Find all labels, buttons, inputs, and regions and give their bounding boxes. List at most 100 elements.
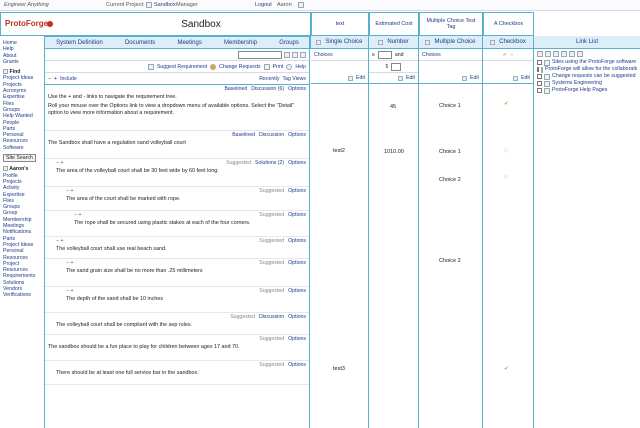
- number-max-input[interactable]: [391, 62, 402, 71]
- tree-toggle[interactable]: − +: [66, 188, 74, 194]
- tree-toggle[interactable]: − +: [74, 212, 82, 218]
- zoom-icon[interactable]: [292, 51, 298, 58]
- refresh-icon[interactable]: [300, 51, 306, 58]
- multi-choices-select[interactable]: Choices: [422, 52, 441, 58]
- requirement-text: There should be at least one full servic…: [56, 370, 199, 376]
- add-link-icon[interactable]: [537, 51, 543, 57]
- unchecked-icon[interactable]: ○: [510, 52, 513, 58]
- link-label[interactable]: ProtoForge will allow for the collaborat…: [545, 66, 637, 73]
- link-label[interactable]: ProtoForge Help Pages: [552, 87, 607, 94]
- number-value: 45: [390, 104, 397, 110]
- intro-row: Baselined Discussion (6) Options Use the +…: [45, 85, 309, 131]
- protoforge-logo[interactable]: ProtoForge: [5, 19, 48, 28]
- print-link[interactable]: Print: [273, 64, 284, 70]
- requirement-meta: − + Suggested Solutions (2) Options: [53, 159, 309, 167]
- requirement-row: Baselined Discussion Options The Sandbox sh…: [45, 131, 309, 159]
- user-link[interactable]: Personal Resources: [3, 248, 41, 261]
- checked-icon[interactable]: ✔: [504, 101, 509, 107]
- logout-link[interactable]: Logout: [255, 2, 272, 8]
- delete-icon[interactable]: [561, 51, 567, 57]
- number-edit-link[interactable]: Edit: [406, 75, 415, 81]
- link-checkbox[interactable]: [537, 60, 542, 65]
- number-min-input[interactable]: [377, 50, 392, 59]
- requirement-optionslink[interactable]: Options: [288, 188, 306, 194]
- include-link[interactable]: Include: [60, 76, 77, 82]
- requirement-text: The rope shall be secured using plastic …: [74, 220, 251, 226]
- single-edit-link[interactable]: Edit: [356, 75, 365, 81]
- requirement-optionslink[interactable]: Options: [288, 288, 306, 294]
- user-heading: Aaron's: [9, 166, 29, 173]
- requirement-optionslink[interactable]: Options: [288, 260, 306, 266]
- baselined-link[interactable]: Baselined: [224, 86, 247, 92]
- link-list-item[interactable]: ProtoForge Help Pages: [537, 87, 637, 94]
- link-label[interactable]: Systems Engineering: [552, 80, 602, 87]
- link-list-item[interactable]: Systems Engineering: [537, 80, 637, 87]
- checked-icon[interactable]: ✔: [504, 366, 509, 372]
- checked-icon[interactable]: ✔: [503, 52, 507, 58]
- requirement-optionslink[interactable]: Options: [288, 336, 306, 342]
- discussion-link[interactable]: Discussion (6): [251, 86, 284, 92]
- link-checkbox[interactable]: [537, 67, 539, 72]
- user-icon: [298, 2, 304, 8]
- requirement-solutions-link[interactable]: Solutions (2): [255, 160, 284, 166]
- user-link[interactable]: Project Resources: [3, 261, 41, 274]
- link-list-item[interactable]: Change requests can be suggested: [537, 73, 637, 80]
- link-list-item[interactable]: ProtoForge will allow for the collaborat…: [537, 66, 637, 73]
- search-icon[interactable]: [284, 51, 290, 58]
- expand-all-button[interactable]: +: [54, 76, 57, 82]
- refresh-icon[interactable]: [569, 51, 575, 57]
- site-search-button[interactable]: Site Search: [3, 154, 36, 163]
- tree-toggle[interactable]: − +: [56, 238, 64, 244]
- link-checkbox[interactable]: [537, 81, 542, 86]
- single-choices-select[interactable]: Choices: [314, 52, 333, 58]
- collapse-all-button[interactable]: −: [48, 76, 51, 82]
- requirement-text: The volleyball court shall be compliant …: [56, 322, 193, 328]
- options-link[interactable]: Options: [288, 86, 306, 92]
- find-link[interactable]: Software: [3, 145, 41, 151]
- user-link[interactable]: Verifications: [3, 292, 41, 298]
- folder-icon[interactable]: [553, 51, 559, 57]
- requirement-text: The volleyball court shall use real beac…: [56, 246, 167, 252]
- link-label[interactable]: Sites using the ProtoForge software: [552, 59, 636, 66]
- link-icon: [541, 66, 543, 73]
- requirement-suggestedlink: Suggested: [259, 260, 285, 266]
- tree-toggle[interactable]: − +: [66, 288, 74, 294]
- settings-icon[interactable]: [577, 51, 583, 57]
- requirement-optionslink[interactable]: Options: [288, 132, 306, 138]
- current-project-link[interactable]: Sandbox: [154, 2, 176, 8]
- requirement-optionslink[interactable]: Options: [288, 238, 306, 244]
- link-list-item[interactable]: Sites using the ProtoForge software: [537, 59, 637, 66]
- requirement-optionslink[interactable]: Options: [288, 362, 306, 368]
- requirement-discussionlink[interactable]: Discussion: [259, 132, 284, 138]
- sidebar-link[interactable]: Grants: [3, 59, 41, 65]
- change-requests-link[interactable]: Change Requests: [219, 64, 261, 70]
- suggest-requirement-link[interactable]: Suggest Requirement: [157, 64, 207, 70]
- requirement-baselinedlink[interactable]: Baselined: [232, 132, 255, 138]
- requirement-row: − + Suggested Options The rope shall be sec…: [45, 211, 309, 237]
- tree-toggle[interactable]: − +: [56, 160, 64, 166]
- edit-link-icon[interactable]: [545, 51, 551, 57]
- checkbox-edit-link[interactable]: Edit: [521, 75, 530, 81]
- filter-input[interactable]: [238, 50, 282, 59]
- col-title-checkbox[interactable]: A Checkbox: [484, 13, 533, 35]
- col-title-cost[interactable]: Estimated Cost: [370, 13, 418, 35]
- requirement-optionslink[interactable]: Options: [288, 160, 306, 166]
- col-title-mc[interactable]: Multiple Choice Test Tag: [420, 13, 482, 35]
- link-label[interactable]: Change requests can be suggested: [552, 73, 636, 80]
- link-checkbox[interactable]: [537, 74, 542, 79]
- tree-toggle[interactable]: − +: [66, 260, 74, 266]
- requirement-discussionlink[interactable]: Discussion: [259, 314, 284, 320]
- recently-link[interactable]: Recently: [259, 76, 279, 82]
- unchecked-icon[interactable]: ◇: [504, 148, 508, 154]
- link-checkbox[interactable]: [537, 88, 542, 93]
- user-link[interactable]: Group Membership: [3, 210, 41, 223]
- help-link[interactable]: Help: [295, 64, 306, 70]
- col-title-text[interactable]: text: [312, 13, 368, 35]
- multi-edit-link[interactable]: Edit: [470, 75, 479, 81]
- app-tagline: Engineer Anything: [4, 2, 49, 8]
- find-icon: [3, 69, 8, 75]
- requirement-optionslink[interactable]: Options: [288, 212, 306, 218]
- unchecked-icon[interactable]: ◇: [504, 174, 508, 180]
- requirement-optionslink[interactable]: Options: [288, 314, 306, 320]
- tag-views-link[interactable]: Tag Views: [282, 76, 306, 82]
